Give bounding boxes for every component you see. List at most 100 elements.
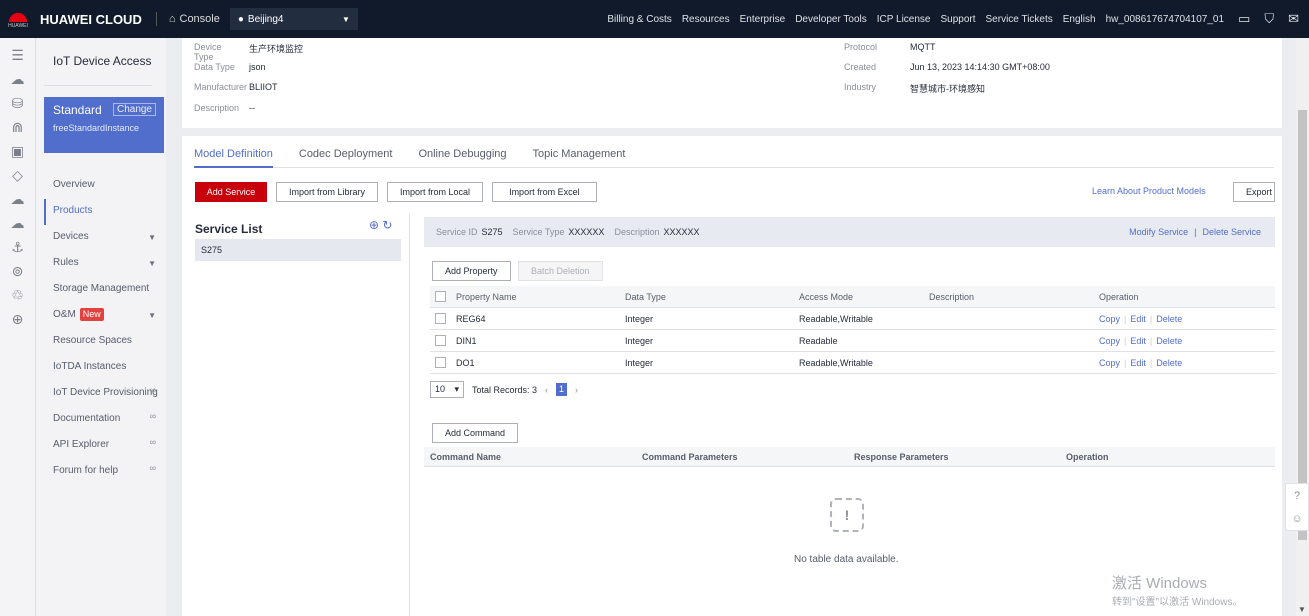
copy-link[interactable]: Copy: [1099, 358, 1120, 368]
sidebar-item-iotda-instances[interactable]: IoTDA Instances: [44, 355, 166, 381]
menu-icon[interactable]: ☰: [11, 48, 24, 63]
select-all-checkbox[interactable]: [435, 291, 446, 302]
add-property-button[interactable]: Add Property: [432, 261, 511, 281]
service-actions: Modify Service | Delete Service: [1129, 227, 1275, 237]
storage-icon[interactable]: ▣: [11, 144, 24, 159]
edit-link[interactable]: Edit: [1130, 314, 1146, 324]
service-list-title: Service List: [195, 222, 263, 236]
delete-link[interactable]: Delete: [1156, 358, 1182, 368]
container-icon[interactable]: ◇: [12, 168, 23, 183]
database-icon[interactable]: ⛁: [12, 96, 24, 111]
add-service-button[interactable]: Add Service: [195, 182, 267, 202]
tab-online-debugging[interactable]: Online Debugging: [418, 136, 506, 168]
top-bar: HUAWEI HUAWEI CLOUD ⌂ Console ● Beijing4 ▼ …: [0, 0, 1309, 38]
nav-icp-license[interactable]: ICP License: [877, 14, 931, 25]
mail-icon[interactable]: ✉: [1288, 11, 1299, 27]
row-operations: Copy | Edit | Delete: [1099, 313, 1183, 324]
row-checkbox[interactable]: [435, 357, 446, 368]
windows-activation-watermark: 激活 Windows 转到"设置"以激活 Windows。: [1112, 575, 1243, 608]
property-table: Property Name Data Type Access Mode Desc…: [430, 286, 1275, 374]
sidebar-item-resource-spaces[interactable]: Resource Spaces: [44, 329, 166, 355]
edit-link[interactable]: Edit: [1130, 358, 1146, 368]
batch-deletion-button[interactable]: Batch Deletion: [518, 261, 603, 281]
page-size-select[interactable]: 10 ▾: [430, 381, 464, 398]
import-local-button[interactable]: Import from Local: [387, 182, 484, 202]
service-icon-rail: ☰ ☁ ⛁ ⋒ ▣ ◇ ☁ ☁ ⚓ ⊚ ♲ ⊕: [0, 38, 36, 616]
change-instance-button[interactable]: Change: [112, 103, 156, 116]
nav-resources[interactable]: Resources: [682, 14, 730, 25]
network-icon[interactable]: ⋒: [12, 120, 24, 135]
anchor-icon[interactable]: ⚓: [11, 240, 24, 255]
nav-support[interactable]: Support: [940, 14, 975, 25]
group-icon[interactable]: ♲: [11, 288, 24, 303]
compute-icon[interactable]: ☁: [11, 192, 25, 207]
feedback-smiley-icon[interactable]: ☺: [1291, 513, 1302, 525]
add-circle-icon[interactable]: ⊕: [369, 218, 379, 232]
console-link[interactable]: ⌂ Console: [169, 13, 220, 25]
product-info-card: Device Type 生产环境监控 Data Type json Manufact…: [182, 38, 1282, 128]
sidebar-item-provisioning[interactable]: IoT Device Provisioning ∞: [44, 381, 166, 407]
scroll-down-icon[interactable]: ▼: [1298, 605, 1306, 614]
copy-link[interactable]: Copy: [1099, 336, 1120, 346]
nav-enterprise[interactable]: Enterprise: [740, 14, 786, 25]
brand-name[interactable]: HUAWEI CLOUD: [40, 12, 142, 27]
region-selector[interactable]: ● Beijing4 ▼: [229, 8, 358, 30]
refresh-icon[interactable]: ↻: [382, 218, 392, 232]
sidebar-item-rules[interactable]: Rules ▼: [44, 251, 166, 277]
chevron-down-icon: ▼: [148, 311, 156, 320]
next-page-icon[interactable]: ›: [575, 385, 578, 395]
help-icon[interactable]: ?: [1294, 490, 1300, 502]
new-badge: New: [79, 308, 104, 321]
delete-link[interactable]: Delete: [1156, 314, 1182, 324]
location-pin-icon: ●: [237, 13, 244, 25]
model-toolbar: Add Service Import from Library Import f…: [195, 182, 597, 202]
nav-billing[interactable]: Billing & Costs: [607, 14, 671, 25]
cloud-icon[interactable]: ☁: [11, 72, 25, 87]
sidebar-item-documentation[interactable]: Documentation ∞: [44, 407, 166, 433]
nav-developer-tools[interactable]: Developer Tools: [795, 14, 867, 25]
tab-model-definition[interactable]: Model Definition: [194, 136, 273, 168]
modify-service-link[interactable]: Modify Service: [1129, 227, 1188, 237]
prev-page-icon[interactable]: ‹: [545, 385, 548, 395]
sidebar-item-devices[interactable]: Devices ▼: [44, 225, 166, 251]
nav-service-tickets[interactable]: Service Tickets: [986, 14, 1053, 25]
cdn-icon[interactable]: ☁: [11, 216, 25, 231]
row-checkbox[interactable]: [435, 313, 446, 324]
sidebar-item-storage[interactable]: Storage Management: [44, 277, 166, 303]
tab-topic-management[interactable]: Topic Management: [533, 136, 626, 168]
nav-language[interactable]: English: [1063, 14, 1096, 25]
top-nav: Billing & Costs Resources Enterprise Dev…: [607, 11, 1309, 27]
cart-icon[interactable]: ⛉: [1264, 11, 1274, 27]
sidebar: IoT Device Access Standard Change freeSt…: [36, 38, 166, 616]
tab-bar: Model Definition Codec Deployment Online…: [194, 136, 1274, 168]
external-link-icon: ∞: [149, 437, 156, 447]
add-command-button[interactable]: Add Command: [432, 423, 519, 443]
sidebar-item-forum[interactable]: Forum for help ∞: [44, 459, 166, 485]
page-number[interactable]: 1: [556, 383, 568, 396]
sidebar-item-om[interactable]: O&M New ▼: [44, 303, 166, 329]
copy-link[interactable]: Copy: [1099, 314, 1120, 324]
sidebar-item-products[interactable]: Products: [44, 199, 166, 225]
tab-codec-deployment[interactable]: Codec Deployment: [299, 136, 393, 168]
empty-data-icon: !: [830, 498, 864, 532]
export-button[interactable]: Export: [1233, 182, 1275, 202]
delete-link[interactable]: Delete: [1156, 336, 1182, 346]
import-excel-button[interactable]: Import from Excel: [492, 182, 597, 202]
settings-icon[interactable]: ⊚: [12, 264, 24, 279]
sidebar-gutter: [166, 38, 176, 616]
nav-account[interactable]: hw_008617674704107_01: [1106, 14, 1224, 25]
huawei-logo[interactable]: HUAWEI: [0, 0, 36, 38]
import-library-button[interactable]: Import from Library: [276, 182, 379, 202]
globe-icon[interactable]: ⊕: [12, 312, 24, 327]
edit-link[interactable]: Edit: [1130, 336, 1146, 346]
delete-service-link[interactable]: Delete Service: [1202, 227, 1261, 237]
protocol-row: Protocol MQTT: [844, 42, 936, 52]
sidebar-item-overview[interactable]: Overview: [44, 173, 166, 199]
screen-icon[interactable]: ▭: [1238, 11, 1250, 27]
device-type-row: Device Type 生产环境监控: [194, 42, 304, 62]
service-list-item[interactable]: S275: [195, 239, 401, 261]
row-checkbox[interactable]: [435, 335, 446, 346]
sidebar-item-api-explorer[interactable]: API Explorer ∞: [44, 433, 166, 459]
scrollbar-thumb[interactable]: [1298, 110, 1307, 540]
learn-product-models-link[interactable]: Learn About Product Models: [1092, 186, 1206, 196]
